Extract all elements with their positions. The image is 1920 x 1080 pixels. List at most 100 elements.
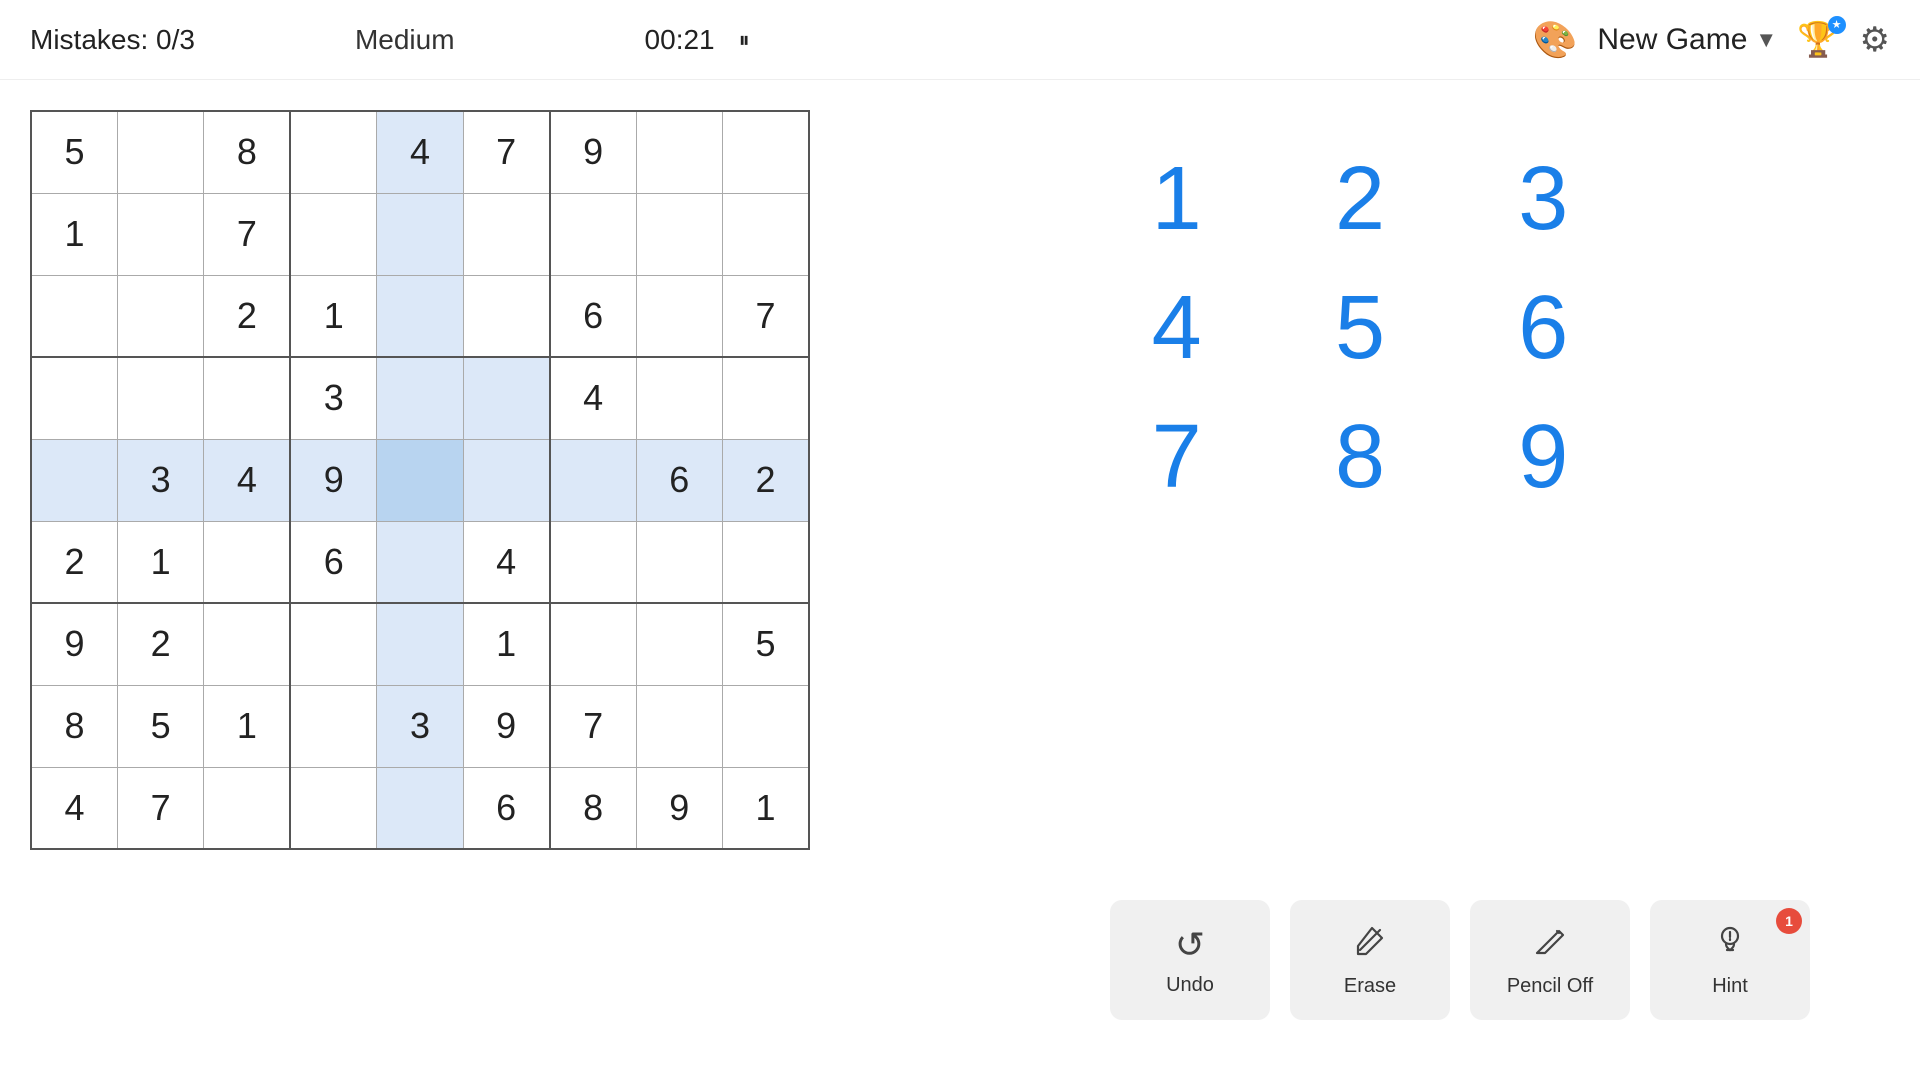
pencil-button[interactable]: Pencil Off bbox=[1470, 900, 1630, 1020]
number-5-button[interactable]: 5 bbox=[1273, 269, 1446, 388]
table-row[interactable] bbox=[117, 111, 203, 193]
table-row[interactable] bbox=[636, 193, 722, 275]
number-4-button[interactable]: 4 bbox=[1090, 269, 1263, 388]
table-row[interactable]: 6 bbox=[463, 767, 549, 849]
table-row[interactable] bbox=[290, 111, 376, 193]
table-row[interactable] bbox=[636, 603, 722, 685]
table-row[interactable] bbox=[636, 275, 722, 357]
table-row[interactable] bbox=[31, 439, 117, 521]
table-row[interactable] bbox=[377, 275, 463, 357]
table-row[interactable] bbox=[723, 521, 810, 603]
table-row[interactable]: 7 bbox=[550, 685, 636, 767]
number-3-button[interactable]: 3 bbox=[1457, 140, 1630, 259]
table-row[interactable]: 1 bbox=[463, 603, 549, 685]
table-row[interactable]: 1 bbox=[723, 767, 810, 849]
table-row[interactable]: 7 bbox=[723, 275, 810, 357]
table-row[interactable]: 7 bbox=[204, 193, 290, 275]
undo-button[interactable]: ↺ Undo bbox=[1110, 900, 1270, 1020]
table-row[interactable] bbox=[723, 111, 810, 193]
table-row[interactable] bbox=[550, 603, 636, 685]
table-row[interactable]: 8 bbox=[550, 767, 636, 849]
table-row[interactable]: 1 bbox=[31, 193, 117, 275]
table-row[interactable]: 1 bbox=[204, 685, 290, 767]
table-row[interactable] bbox=[550, 521, 636, 603]
number-7-button[interactable]: 7 bbox=[1090, 398, 1263, 517]
table-row[interactable] bbox=[290, 193, 376, 275]
table-row[interactable] bbox=[550, 439, 636, 521]
table-row[interactable] bbox=[377, 767, 463, 849]
table-row[interactable] bbox=[290, 603, 376, 685]
table-row[interactable]: 4 bbox=[550, 357, 636, 439]
table-row[interactable] bbox=[377, 357, 463, 439]
table-row[interactable] bbox=[723, 685, 810, 767]
table-row[interactable]: 3 bbox=[290, 357, 376, 439]
table-row[interactable] bbox=[377, 521, 463, 603]
table-row[interactable] bbox=[463, 357, 549, 439]
table-row[interactable]: 5 bbox=[723, 603, 810, 685]
number-2-button[interactable]: 2 bbox=[1273, 140, 1446, 259]
erase-button[interactable]: Erase bbox=[1290, 900, 1450, 1020]
table-row[interactable]: 9 bbox=[290, 439, 376, 521]
number-6-button[interactable]: 6 bbox=[1457, 269, 1630, 388]
table-row[interactable] bbox=[377, 439, 463, 521]
hint-button[interactable]: 1 Hint bbox=[1650, 900, 1810, 1020]
table-row[interactable]: 7 bbox=[117, 767, 203, 849]
table-row[interactable] bbox=[204, 767, 290, 849]
settings-button[interactable]: ⚙ bbox=[1860, 20, 1890, 60]
pause-button[interactable]: ⏸ bbox=[731, 23, 758, 57]
table-row[interactable] bbox=[117, 357, 203, 439]
table-row[interactable]: 1 bbox=[290, 275, 376, 357]
table-row[interactable]: 4 bbox=[31, 767, 117, 849]
trophy-button[interactable]: 🏆 ★ bbox=[1797, 20, 1839, 60]
table-row[interactable]: 3 bbox=[117, 439, 203, 521]
table-row[interactable] bbox=[31, 357, 117, 439]
table-row[interactable]: 8 bbox=[31, 685, 117, 767]
table-row[interactable] bbox=[204, 357, 290, 439]
table-row[interactable]: 5 bbox=[31, 111, 117, 193]
table-row[interactable] bbox=[204, 521, 290, 603]
table-row[interactable]: 2 bbox=[31, 521, 117, 603]
table-row[interactable] bbox=[290, 685, 376, 767]
table-row[interactable]: 9 bbox=[636, 767, 722, 849]
table-row[interactable] bbox=[550, 193, 636, 275]
table-row[interactable]: 6 bbox=[550, 275, 636, 357]
table-row[interactable]: 9 bbox=[31, 603, 117, 685]
table-row[interactable] bbox=[463, 193, 549, 275]
table-row[interactable]: 1 bbox=[117, 521, 203, 603]
table-row[interactable]: 2 bbox=[723, 439, 810, 521]
number-1-button[interactable]: 1 bbox=[1090, 140, 1263, 259]
new-game-button[interactable]: New Game ▼ bbox=[1597, 23, 1777, 57]
table-row[interactable]: 6 bbox=[636, 439, 722, 521]
palette-button[interactable]: 🎨 bbox=[1533, 19, 1578, 61]
table-row[interactable] bbox=[204, 603, 290, 685]
table-row[interactable]: 4 bbox=[204, 439, 290, 521]
table-row[interactable]: 4 bbox=[463, 521, 549, 603]
number-8-button[interactable]: 8 bbox=[1273, 398, 1446, 517]
table-row[interactable]: 5 bbox=[117, 685, 203, 767]
main-area: 58479172167343496221649215851397476891 1… bbox=[0, 80, 1920, 1080]
table-row[interactable] bbox=[723, 193, 810, 275]
table-row[interactable]: 8 bbox=[204, 111, 290, 193]
table-row[interactable] bbox=[117, 193, 203, 275]
table-row[interactable] bbox=[723, 357, 810, 439]
table-row[interactable] bbox=[377, 193, 463, 275]
table-row[interactable]: 6 bbox=[290, 521, 376, 603]
table-row[interactable] bbox=[636, 685, 722, 767]
table-row[interactable] bbox=[377, 603, 463, 685]
table-row[interactable]: 9 bbox=[550, 111, 636, 193]
table-row[interactable] bbox=[290, 767, 376, 849]
table-row[interactable]: 2 bbox=[117, 603, 203, 685]
table-row[interactable] bbox=[636, 357, 722, 439]
table-row[interactable] bbox=[463, 275, 549, 357]
table-row[interactable]: 9 bbox=[463, 685, 549, 767]
table-row[interactable]: 3 bbox=[377, 685, 463, 767]
table-row[interactable] bbox=[636, 111, 722, 193]
table-row[interactable] bbox=[31, 275, 117, 357]
table-row[interactable] bbox=[117, 275, 203, 357]
table-row[interactable]: 2 bbox=[204, 275, 290, 357]
number-9-button[interactable]: 9 bbox=[1457, 398, 1630, 517]
table-row[interactable]: 7 bbox=[463, 111, 549, 193]
table-row[interactable] bbox=[463, 439, 549, 521]
table-row[interactable] bbox=[636, 521, 722, 603]
table-row[interactable]: 4 bbox=[377, 111, 463, 193]
